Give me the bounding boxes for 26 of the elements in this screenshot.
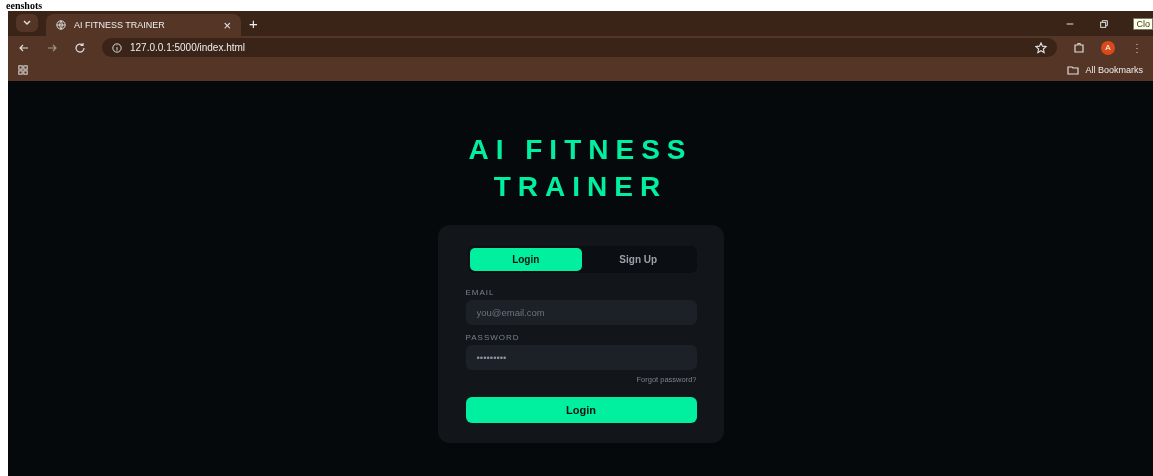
tooltip: Clo	[1133, 17, 1153, 30]
caret-icon	[23, 20, 31, 26]
globe-icon[interactable]	[56, 20, 66, 30]
bookmarks-label[interactable]: All Bookmarks	[1085, 65, 1143, 75]
star-icon[interactable]	[1035, 41, 1047, 54]
auth-tab[interactable]: Sign Up	[582, 248, 695, 271]
input-field[interactable]: you@email.com	[465, 300, 697, 325]
apps-grid-icon[interactable]	[18, 65, 28, 75]
extensions-icon[interactable]	[1073, 41, 1085, 54]
browser-tab[interactable]: AI FITNESS TRAINER ×	[46, 14, 241, 36]
document-heading: eenshots	[5, 0, 43, 11]
input-field[interactable]: •••••••••	[465, 345, 697, 370]
auth-tab[interactable]: Login	[469, 248, 582, 271]
tab-close-button[interactable]: ×	[223, 18, 231, 32]
app-title: AI FITNESS TRAINER	[468, 133, 693, 204]
tab-menu-button[interactable]	[16, 14, 38, 32]
restore-icon[interactable]	[1099, 18, 1110, 29]
profile-avatar[interactable]: A	[1101, 40, 1115, 55]
folder-icon[interactable]	[1067, 64, 1080, 76]
address-bar[interactable]: 127.0.0.1:5000/index.html	[102, 38, 1057, 57]
new-tab-button[interactable]: +	[249, 15, 258, 32]
login-button[interactable]: Login	[465, 397, 697, 423]
reload-icon[interactable]	[74, 41, 86, 54]
field-label: EMAIL	[465, 288, 496, 297]
field-label: PASSWORD	[465, 333, 521, 342]
info-icon[interactable]	[112, 42, 122, 53]
